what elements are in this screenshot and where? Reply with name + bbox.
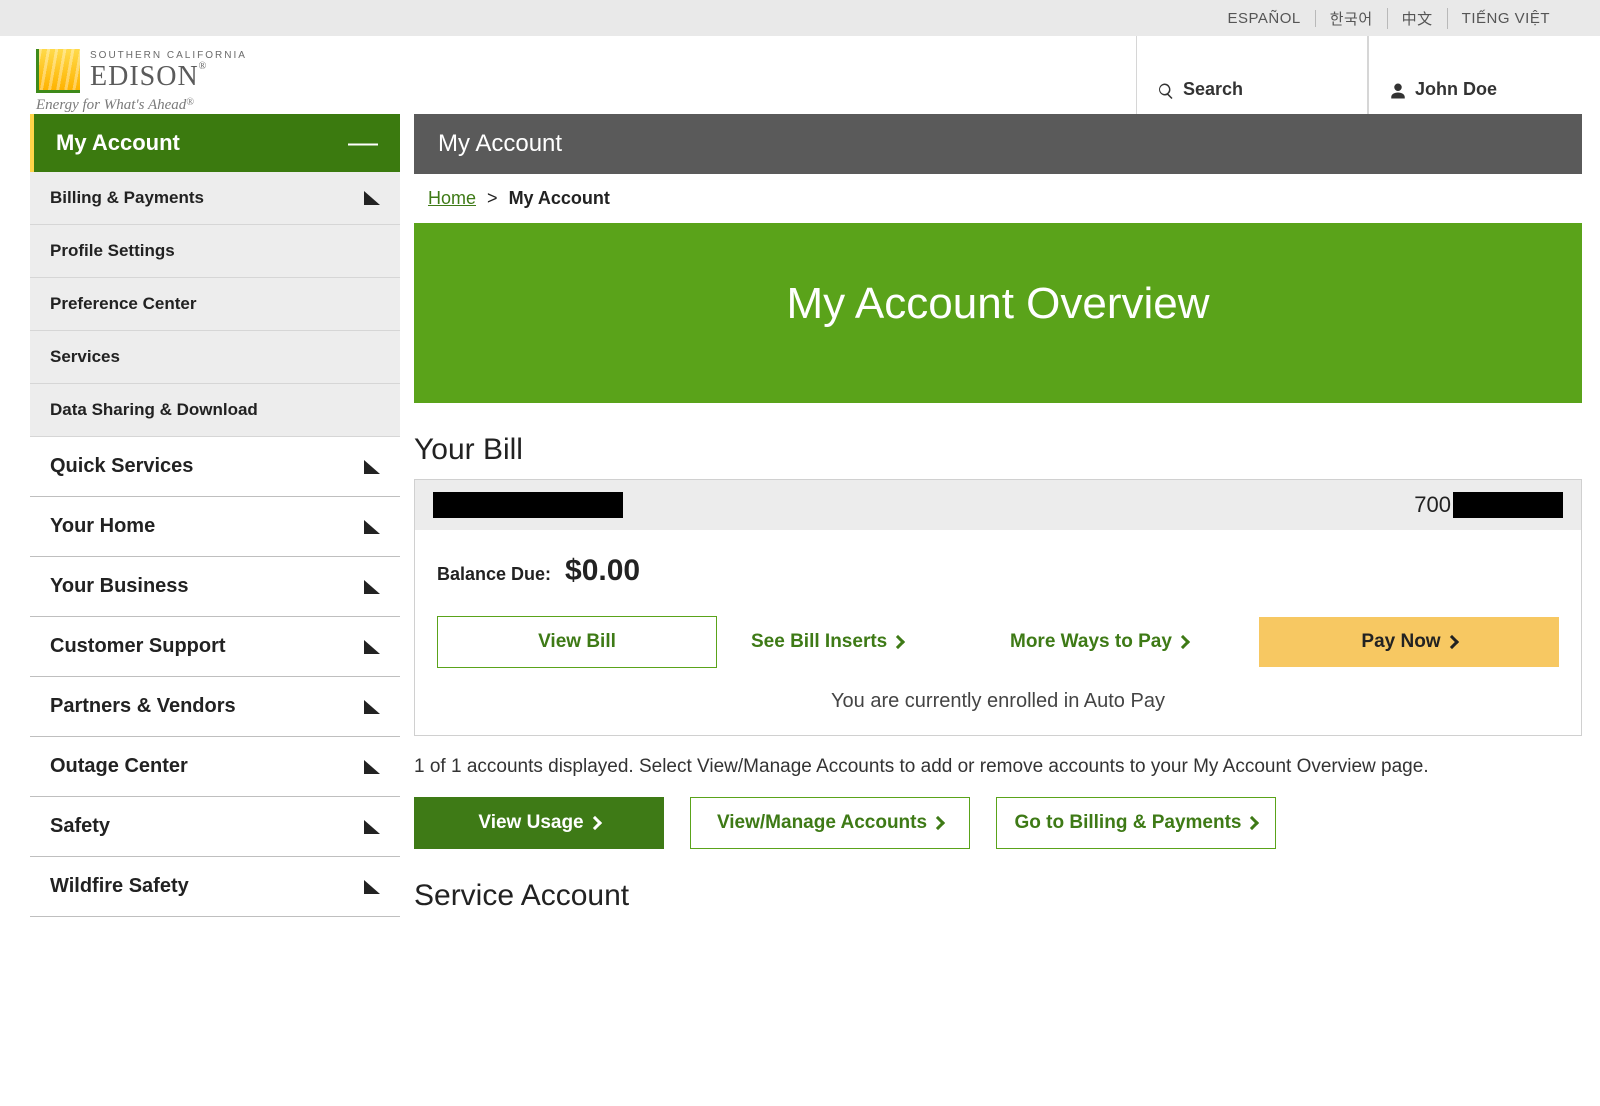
logo-tagline: Energy for What's Ahead®: [36, 97, 247, 114]
sidebar-item-quick-services[interactable]: Quick Services: [30, 437, 400, 497]
lang-espanol[interactable]: ESPAÑOL: [1213, 10, 1315, 27]
sidebar-item-your-business[interactable]: Your Business: [30, 557, 400, 617]
user-icon: [1389, 82, 1407, 100]
view-bill-button[interactable]: View Bill: [437, 616, 717, 668]
expand-icon: [364, 520, 380, 534]
pay-now-button[interactable]: Pay Now: [1259, 617, 1559, 667]
account-number: 700: [1414, 492, 1563, 518]
sidebar-item-my-account[interactable]: My Account —: [30, 114, 400, 172]
lang-korean[interactable]: 한국어: [1316, 8, 1388, 29]
view-manage-accounts-button[interactable]: View/Manage Accounts: [690, 797, 970, 849]
expand-icon: [364, 700, 380, 714]
sidebar-item-label: Wildfire Safety: [50, 875, 189, 898]
chevron-right-icon: [891, 635, 905, 649]
user-box[interactable]: John Doe: [1368, 36, 1600, 114]
sidebar-item-safety[interactable]: Safety: [30, 797, 400, 857]
expand-icon: [364, 760, 380, 774]
language-bar: ESPAÑOL 한국어 中文 TIẾNG VIỆT: [0, 0, 1600, 36]
sidebar-item-label: Billing & Payments: [50, 188, 204, 208]
redacted-name: [433, 492, 623, 518]
autopay-notice: You are currently enrolled in Auto Pay: [437, 690, 1559, 713]
sidebar-item-label: Your Business: [50, 575, 189, 598]
search-label: Search: [1183, 79, 1243, 100]
chevron-right-icon: [1445, 635, 1459, 649]
sidebar-item-your-home[interactable]: Your Home: [30, 497, 400, 557]
sidebar-item-label: Profile Settings: [50, 241, 175, 261]
logo-big-text: EDISON®: [90, 61, 247, 93]
sidebar-item-label: Services: [50, 347, 120, 367]
goto-billing-button[interactable]: Go to Billing & Payments: [996, 797, 1276, 849]
user-name: John Doe: [1415, 79, 1497, 100]
expand-icon: [364, 640, 380, 654]
bill-card: 700 Balance Due: $0.00 View Bill See Bil…: [414, 479, 1582, 736]
expand-icon: [364, 580, 380, 594]
balance-amount: $0.00: [565, 554, 640, 588]
search-icon: [1157, 82, 1175, 100]
sidebar-item-label: My Account: [56, 130, 180, 156]
sidebar-item-label: Partners & Vendors: [50, 695, 236, 718]
logo-mark-icon: [36, 49, 80, 93]
breadcrumb-home[interactable]: Home: [428, 188, 476, 208]
breadcrumb-sep: >: [481, 188, 504, 208]
redacted-acct: [1453, 492, 1563, 518]
your-bill-heading: Your Bill: [400, 403, 1582, 479]
sidebar-item-customer-support[interactable]: Customer Support: [30, 617, 400, 677]
chevron-right-icon: [931, 816, 945, 830]
balance-label: Balance Due:: [437, 564, 551, 585]
chevron-right-icon: [1176, 635, 1190, 649]
sidebar-sub-data-sharing-download[interactable]: Data Sharing & Download: [30, 384, 400, 437]
logo-small-text: SOUTHERN CALIFORNIA: [90, 50, 247, 61]
hero-banner: My Account Overview: [414, 223, 1582, 403]
expand-icon: [364, 460, 380, 474]
service-account-heading: Service Account: [400, 849, 1582, 925]
sidebar-item-label: Your Home: [50, 515, 155, 538]
sidebar-item-label: Outage Center: [50, 755, 188, 778]
sidebar-item-label: Safety: [50, 815, 110, 838]
sidebar-sub-billing-payments[interactable]: Billing & Payments: [30, 172, 400, 225]
sidebar-item-outage-center[interactable]: Outage Center: [30, 737, 400, 797]
breadcrumb-current: My Account: [509, 188, 610, 208]
sidebar-item-label: Preference Center: [50, 294, 196, 314]
sidebar-item-label: Customer Support: [50, 635, 226, 658]
sidebar-item-wildfire-safety[interactable]: Wildfire Safety: [30, 857, 400, 917]
lang-chinese[interactable]: 中文: [1388, 8, 1448, 29]
see-bill-inserts-link[interactable]: See Bill Inserts: [741, 617, 976, 667]
sidebar-item-partners-vendors[interactable]: Partners & Vendors: [30, 677, 400, 737]
sidebar-sub-preference-center[interactable]: Preference Center: [30, 278, 400, 331]
logo[interactable]: SOUTHERN CALIFORNIA EDISON® Energy for W…: [36, 43, 247, 114]
chevron-right-icon: [1245, 816, 1259, 830]
sidebar-item-label: Quick Services: [50, 455, 193, 478]
main-content: My Account Home > My Account My Account …: [400, 114, 1600, 925]
page-title-bar: My Account: [414, 114, 1582, 174]
sidebar-item-label: Data Sharing & Download: [50, 400, 258, 420]
expand-icon: [364, 191, 380, 205]
expand-icon: [364, 880, 380, 894]
search-box[interactable]: Search: [1136, 36, 1368, 114]
sidebar-sub-profile-settings[interactable]: Profile Settings: [30, 225, 400, 278]
expand-icon: [364, 820, 380, 834]
breadcrumb: Home > My Account: [400, 174, 1582, 223]
accounts-info: 1 of 1 accounts displayed. Select View/M…: [400, 736, 1582, 791]
sidebar-nav: My Account — Billing & Payments Profile S…: [30, 114, 400, 925]
balance-row: Balance Due: $0.00: [437, 554, 1559, 588]
bill-card-header: 700: [415, 480, 1581, 530]
more-ways-to-pay-link[interactable]: More Ways to Pay: [1000, 617, 1235, 667]
lang-vietnamese[interactable]: TIẾNG VIỆT: [1448, 10, 1564, 27]
view-usage-button[interactable]: View Usage: [414, 797, 664, 849]
chevron-right-icon: [588, 816, 602, 830]
sidebar-sub-services[interactable]: Services: [30, 331, 400, 384]
site-header: SOUTHERN CALIFORNIA EDISON® Energy for W…: [0, 36, 1600, 114]
